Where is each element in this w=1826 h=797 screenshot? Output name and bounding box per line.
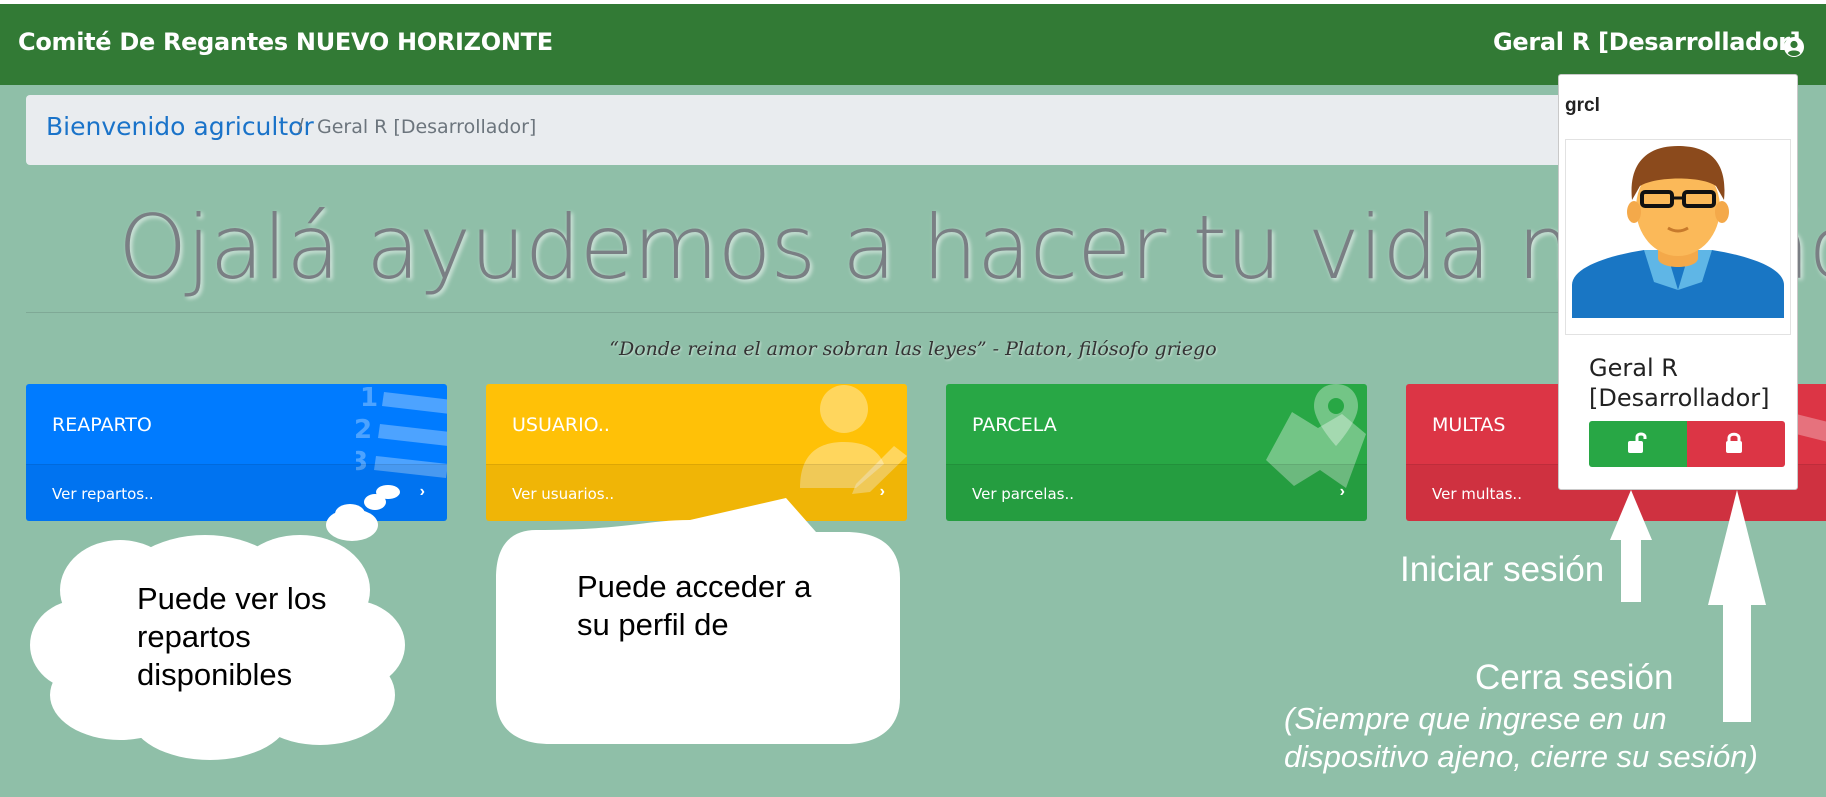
breadcrumb-separator: / — [298, 116, 304, 138]
callout-perfil: Puede acceder a su perfil de — [577, 569, 812, 642]
arrow-up-icon — [1708, 490, 1766, 722]
svg-text:2: 2 — [356, 415, 372, 445]
brand-title[interactable]: Comité De Regantes NUEVO HORIZONTE — [18, 28, 553, 56]
user-avatar-icon — [1572, 146, 1784, 318]
logout-button[interactable] — [1687, 421, 1785, 467]
popover-display-name: Geral R [Desarrollador] — [1589, 354, 1770, 412]
arrow-up-icon — [1610, 490, 1652, 602]
navbar-user-name[interactable]: Geral R [Desarrollador] — [1493, 28, 1801, 56]
breadcrumb-home-link[interactable]: Bienvenido agricultor — [46, 112, 314, 141]
unlock-icon — [1628, 432, 1647, 453]
card-parcela-title: PARCELA — [972, 414, 1057, 436]
callout-repartos: Puede ver los repartos disponibles — [137, 581, 327, 692]
card-reparto-title: REAPARTO — [52, 414, 152, 436]
card-parcela-footer[interactable]: Ver parcelas.. › — [946, 464, 1367, 521]
card-parcela: PARCELA Ver parcelas.. › — [946, 384, 1367, 521]
cerrar-sesion-label: Cerra sesión — [1475, 658, 1674, 697]
breadcrumb: Bienvenido agricultor / Geral R [Desarro… — [26, 95, 1786, 165]
card-multas-title: MULTAS — [1432, 414, 1506, 436]
user-popover: grcl Geral R [Desarrollador] — [1558, 74, 1798, 490]
popover-username: grcl — [1565, 95, 1600, 116]
login-button[interactable] — [1589, 421, 1687, 467]
svg-text:1: 1 — [360, 384, 378, 413]
cerrar-sesion-note: (Siempre que ingrese en un dispositivo a… — [1284, 701, 1758, 774]
ver-parcelas-link[interactable]: Ver parcelas.. — [972, 485, 1074, 503]
user-circle-icon[interactable] — [1783, 36, 1805, 58]
breadcrumb-current: Geral R [Desarrollador] — [317, 116, 537, 138]
chevron-right-icon[interactable]: › — [1340, 483, 1345, 501]
lock-icon — [1726, 432, 1742, 453]
hero-quote: “Donde reina el amor sobran las leyes” -… — [609, 338, 1217, 360]
avatar — [1565, 139, 1791, 335]
iniciar-sesion-label: Iniciar sesión — [1400, 550, 1605, 589]
navbar: Comité De Regantes NUEVO HORIZONTE Geral… — [0, 4, 1826, 85]
card-usuario-title: USUARIO.. — [512, 414, 610, 436]
ver-multas-link[interactable]: Ver multas.. — [1432, 485, 1522, 503]
divider — [26, 312, 1786, 313]
